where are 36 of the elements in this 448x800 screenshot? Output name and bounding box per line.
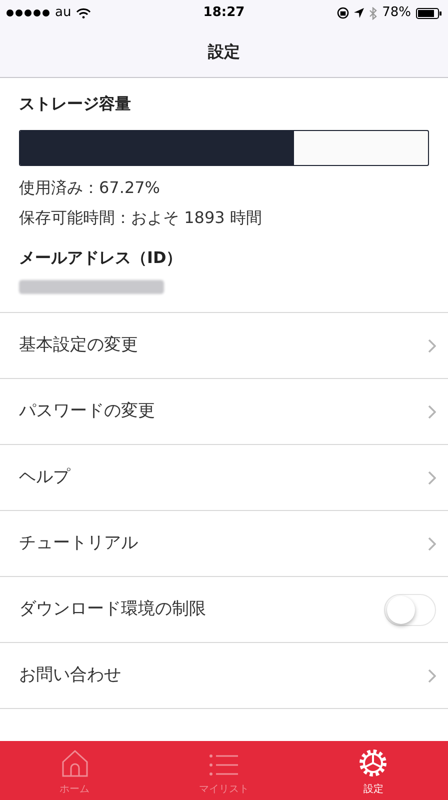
row-label: お問い合わせ <box>19 664 121 687</box>
settings-row[interactable]: 基本設定の変更 <box>0 313 448 379</box>
chevron-right-icon <box>428 668 436 682</box>
section-heading: メールアドレス（ID） <box>19 247 184 269</box>
screen-title: 設定 <box>208 40 240 62</box>
usage-text: 使用済み：67.27% <box>19 177 162 199</box>
chevron-right-icon <box>428 404 436 418</box>
settings-row[interactable]: ダウンロード環境の制限 <box>0 577 448 643</box>
list-icon <box>208 752 239 778</box>
settings-row[interactable]: チュートリアル <box>0 511 448 577</box>
tab-item[interactable]: 設定 <box>298 741 448 800</box>
chevron-right-icon <box>428 338 436 352</box>
location-arrow-icon <box>354 8 364 18</box>
row-label: 基本設定の変更 <box>19 334 138 357</box>
chevron-right-icon <box>428 470 436 484</box>
signal-icon <box>6 9 50 17</box>
row-label: チュートリアル <box>19 532 138 555</box>
chevron-right-icon <box>428 536 436 550</box>
settings-row[interactable]: お問い合わせ <box>0 643 448 709</box>
rotation-lock-icon <box>337 7 350 19</box>
remaining-time-text: 保存可能時間：およそ 1893 時間 <box>19 207 263 229</box>
carrier-name: au <box>55 4 72 22</box>
section-heading: ストレージ容量 <box>19 93 132 115</box>
row-label: パスワードの変更 <box>19 400 155 423</box>
row-label: ダウンロード環境の制限 <box>19 598 206 621</box>
gear-icon <box>358 748 388 778</box>
battery-icon <box>416 8 442 18</box>
settings-row[interactable]: パスワードの変更 <box>0 379 448 445</box>
home-icon <box>60 748 90 778</box>
row-label: ヘルプ <box>19 466 70 489</box>
settings-row[interactable]: ヘルプ <box>0 445 448 511</box>
wifi-icon <box>76 8 92 18</box>
toggle-switch[interactable] <box>384 594 436 626</box>
status-time: 18:27 <box>203 4 245 22</box>
bluetooth-icon <box>369 6 378 20</box>
battery-percent: 78% <box>382 4 411 22</box>
